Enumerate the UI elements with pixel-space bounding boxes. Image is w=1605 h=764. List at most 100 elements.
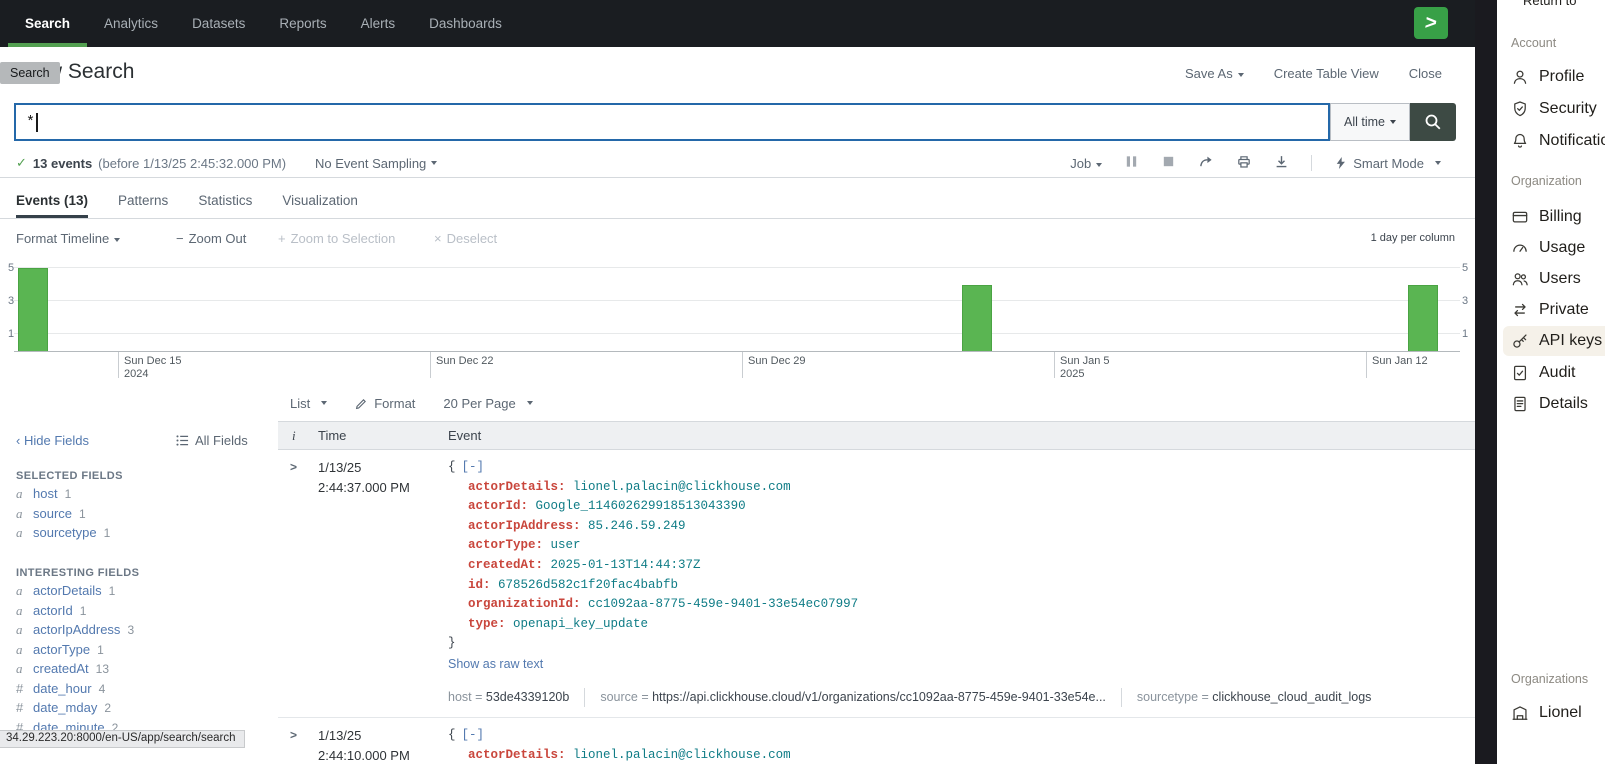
- expand-event-button[interactable]: >: [290, 460, 297, 474]
- download-job-button[interactable]: [1274, 154, 1289, 172]
- search-query-input[interactable]: *: [14, 103, 1330, 141]
- tab-events-13[interactable]: Events (13): [16, 185, 88, 218]
- field-name[interactable]: sourcetype: [33, 525, 97, 540]
- nav-item-search[interactable]: Search: [8, 0, 87, 47]
- json-key[interactable]: actorDetails:: [468, 748, 566, 762]
- collapse-json-button[interactable]: [-]: [462, 728, 485, 742]
- nav-item-dashboards[interactable]: Dashboards: [412, 0, 519, 47]
- event-sampling-dropdown[interactable]: No Event Sampling: [315, 148, 437, 178]
- field-name[interactable]: actorIpAddress: [33, 622, 120, 637]
- field-item-date-hour[interactable]: #date_hour4: [0, 681, 272, 701]
- print-job-button[interactable]: [1236, 154, 1252, 173]
- json-key[interactable]: createdAt:: [468, 558, 543, 572]
- field-item-actordetails[interactable]: aactorDetails1: [0, 583, 272, 603]
- pause-job-button[interactable]: [1124, 154, 1139, 172]
- fields-sidebar: ‹ Hide Fields All Fields SELECTED FIELDS…: [0, 388, 272, 764]
- settings-item-audit[interactable]: Audit: [1503, 358, 1605, 388]
- settings-item-usage[interactable]: Usage: [1503, 233, 1605, 263]
- tab-visualization[interactable]: Visualization: [282, 185, 358, 218]
- zoom-out-button[interactable]: −Zoom Out: [176, 231, 246, 246]
- timeline-bar[interactable]: [962, 285, 992, 351]
- x-axis-tick: [430, 352, 431, 378]
- json-value[interactable]: Google_114602629918513043390: [536, 499, 746, 513]
- json-value[interactable]: 85.246.59.249: [588, 519, 686, 533]
- list-view-dropdown[interactable]: List: [290, 396, 327, 411]
- field-name[interactable]: actorDetails: [33, 583, 102, 598]
- settings-item-lionel[interactable]: Lionel: [1503, 698, 1605, 728]
- field-name[interactable]: source: [33, 506, 72, 521]
- field-item-actorid[interactable]: aactorId1: [0, 603, 272, 623]
- return-link[interactable]: Return to: [1523, 0, 1576, 8]
- share-job-button[interactable]: [1198, 154, 1214, 172]
- json-key[interactable]: type:: [468, 617, 506, 631]
- json-key[interactable]: actorIpAddress:: [468, 519, 581, 533]
- settings-item-private[interactable]: Private: [1503, 295, 1605, 325]
- field-name[interactable]: actorId: [33, 603, 73, 618]
- format-results-button[interactable]: Format: [355, 396, 415, 411]
- meta-field-value[interactable]: 53de4339120b: [486, 690, 569, 704]
- json-value[interactable]: 678526d582c1f20fac4babfb: [498, 578, 678, 592]
- field-item-actoripaddress[interactable]: aactorIpAddress3: [0, 622, 272, 642]
- per-page-dropdown[interactable]: 20 Per Page: [443, 396, 532, 411]
- field-name[interactable]: date_mday: [33, 700, 97, 715]
- json-key[interactable]: actorId:: [468, 499, 528, 513]
- save-as-button[interactable]: Save As: [1185, 66, 1244, 81]
- format-timeline-button[interactable]: Format Timeline: [16, 231, 120, 246]
- json-value[interactable]: user: [551, 538, 581, 552]
- settings-item-billing[interactable]: Billing: [1503, 202, 1605, 232]
- field-item-host[interactable]: ahost1: [0, 486, 272, 506]
- nav-item-alerts[interactable]: Alerts: [344, 0, 413, 47]
- timeline-chart[interactable]: [14, 256, 1460, 352]
- show-raw-text-link[interactable]: Show as raw text: [448, 655, 1475, 675]
- search-button[interactable]: [1410, 103, 1456, 141]
- search-mode-dropdown[interactable]: Smart Mode: [1334, 156, 1441, 171]
- header-actions: Save As Create Table View Close: [1185, 66, 1442, 81]
- hide-fields-button[interactable]: ‹ Hide Fields: [16, 433, 89, 448]
- json-value[interactable]: lionel.palacin@clickhouse.com: [573, 480, 791, 494]
- all-fields-button[interactable]: All Fields: [176, 433, 248, 448]
- close-button[interactable]: Close: [1409, 66, 1442, 81]
- format-results-label: Format: [374, 396, 415, 411]
- field-item-date-mday[interactable]: #date_mday2: [0, 700, 272, 720]
- json-key[interactable]: actorType:: [468, 538, 543, 552]
- deselect-button[interactable]: ×Deselect: [434, 231, 497, 246]
- settings-item-details[interactable]: Details: [1503, 389, 1605, 419]
- create-table-view-button[interactable]: Create Table View: [1274, 66, 1379, 81]
- meta-field-value[interactable]: https://api.clickhouse.cloud/v1/organiza…: [652, 690, 1106, 704]
- field-item-actortype[interactable]: aactorType1: [0, 642, 272, 662]
- tab-statistics[interactable]: Statistics: [198, 185, 252, 218]
- timeline-bar[interactable]: [18, 268, 48, 351]
- settings-item-profile[interactable]: Profile: [1503, 62, 1605, 92]
- json-value[interactable]: lionel.palacin@clickhouse.com: [573, 748, 791, 762]
- nav-item-analytics[interactable]: Analytics: [87, 0, 175, 47]
- timeline-bar[interactable]: [1408, 285, 1438, 351]
- field-item-source[interactable]: asource1: [0, 506, 272, 526]
- stop-job-button[interactable]: [1161, 154, 1176, 172]
- settings-item-security[interactable]: Security: [1503, 94, 1605, 124]
- json-value[interactable]: 2025-01-13T14:44:37Z: [551, 558, 701, 572]
- field-name[interactable]: host: [33, 486, 58, 501]
- field-name[interactable]: createdAt: [33, 661, 89, 676]
- time-range-picker[interactable]: All time: [1330, 103, 1410, 141]
- zoom-to-selection-button[interactable]: +Zoom to Selection: [278, 231, 395, 246]
- splunk-logo[interactable]: >: [1414, 7, 1448, 39]
- field-name[interactable]: date_hour: [33, 681, 92, 696]
- expand-event-button[interactable]: >: [290, 728, 297, 742]
- json-key[interactable]: id:: [468, 578, 491, 592]
- json-value[interactable]: openapi_key_update: [513, 617, 648, 631]
- json-value[interactable]: cc1092aa-8775-459e-9401-33e54ec07997: [588, 597, 858, 611]
- nav-item-datasets[interactable]: Datasets: [175, 0, 262, 47]
- field-item-createdat[interactable]: acreatedAt13: [0, 661, 272, 681]
- meta-field-value[interactable]: clickhouse_cloud_audit_logs: [1212, 690, 1371, 704]
- tab-patterns[interactable]: Patterns: [118, 185, 168, 218]
- json-key[interactable]: actorDetails:: [468, 480, 566, 494]
- field-name[interactable]: actorType: [33, 642, 90, 657]
- collapse-json-button[interactable]: [-]: [462, 460, 485, 474]
- settings-item-api-keys[interactable]: API keys: [1503, 326, 1605, 356]
- nav-item-reports[interactable]: Reports: [262, 0, 343, 47]
- field-item-sourcetype[interactable]: asourcetype1: [0, 525, 272, 545]
- json-key[interactable]: organizationId:: [468, 597, 581, 611]
- settings-item-notifications[interactable]: Notifications: [1503, 126, 1605, 156]
- job-menu-button[interactable]: Job: [1070, 156, 1102, 171]
- settings-item-users[interactable]: Users: [1503, 264, 1605, 294]
